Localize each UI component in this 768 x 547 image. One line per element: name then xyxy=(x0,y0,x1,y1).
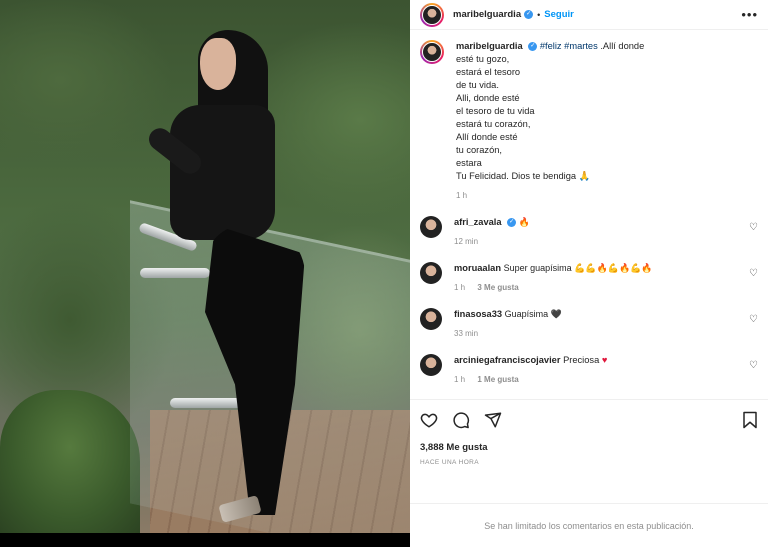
photo-person-face xyxy=(200,38,236,90)
comment-body: afri_zavala ✓ 🔥 12 min xyxy=(454,216,758,248)
save-bookmark-icon[interactable] xyxy=(742,411,758,429)
comment-username[interactable]: finasosa33 xyxy=(454,309,502,319)
comment-item: moruaalan Super guapísima 💪💪🔥💪🔥💪🔥 1 h 3 … xyxy=(420,262,758,294)
comment-username[interactable]: arciniegafranciscojavier xyxy=(454,355,560,365)
post-media[interactable] xyxy=(0,0,410,547)
post-timestamp[interactable]: HACE UNA HORA xyxy=(420,459,758,466)
commenter-avatar[interactable] xyxy=(420,216,442,238)
comments-scroll-area[interactable]: maribelguardia ✓ #feliz #martes .Allí do… xyxy=(410,30,768,399)
photo-person-legs xyxy=(205,225,305,515)
comment-text: 🔥 xyxy=(518,217,530,227)
post-actions: 3,888 Me gusta HACE UNA HORA xyxy=(410,399,768,503)
caption-line: tu corazón, xyxy=(456,145,502,155)
likes-count[interactable]: 3,888 Me gusta xyxy=(420,442,758,453)
comment-username[interactable]: moruaalan xyxy=(454,263,501,273)
comment-username[interactable]: afri_zavala xyxy=(454,217,502,227)
comment-like-heart-icon[interactable]: ♡ xyxy=(749,222,758,233)
post-caption: maribelguardia ✓ #feliz #martes .Allí do… xyxy=(420,40,758,202)
header-separator: • xyxy=(537,9,541,20)
caption-line: estara xyxy=(456,158,482,168)
caption-line: el tesoro de tu vida xyxy=(456,106,535,116)
commenter-avatar-placeholder[interactable] xyxy=(420,354,442,376)
follow-button[interactable]: Seguir xyxy=(544,9,574,20)
caption-line: esté tu gozo, xyxy=(456,54,510,64)
caption-body: maribelguardia ✓ #feliz #martes .Allí do… xyxy=(456,40,644,202)
caption-line: Allí donde esté xyxy=(456,132,518,142)
comment-body: moruaalan Super guapísima 💪💪🔥💪🔥💪🔥 1 h 3 … xyxy=(454,262,758,294)
caption-username[interactable]: maribelguardia xyxy=(456,41,523,51)
caption-line: .Allí donde xyxy=(600,41,645,51)
comment-text: Guapísima 🖤 xyxy=(504,309,562,319)
comment-time: 1 h xyxy=(454,283,466,292)
comment-bubble-icon[interactable] xyxy=(452,411,470,429)
comment-item: arciniegafranciscojavier Preciosa ♥ 1 h … xyxy=(420,354,758,386)
comment-item: finasosa33 Guapísima 🖤 33 min ♡ xyxy=(420,308,758,340)
commenter-avatar[interactable] xyxy=(420,262,442,284)
caption-author-avatar[interactable] xyxy=(420,40,444,64)
caption-line: estará el tesoro xyxy=(456,67,521,77)
caption-line: estará tu corazón, xyxy=(456,119,531,129)
like-heart-icon[interactable] xyxy=(420,411,438,429)
commenter-avatar[interactable] xyxy=(420,308,442,330)
comment-body: finasosa33 Guapísima 🖤 33 min xyxy=(454,308,758,340)
hashtag-link[interactable]: #feliz xyxy=(540,41,562,51)
verified-badge-icon: ✓ xyxy=(507,218,517,228)
instagram-post: maribelguardia ✓ • Seguir ••• maribelgua… xyxy=(0,0,768,547)
comment-time: 12 min xyxy=(454,237,479,246)
caption-verified-badge-icon: ✓ xyxy=(528,42,538,52)
comment-like-heart-icon[interactable]: ♡ xyxy=(749,314,758,325)
comment-meta: 33 min xyxy=(454,327,736,340)
comment-meta: 1 h 1 Me gusta xyxy=(454,373,736,386)
red-heart-emoji-icon: ♥ xyxy=(601,355,608,365)
caption-line: de tu vida. xyxy=(456,80,499,90)
comment-like-heart-icon[interactable]: ♡ xyxy=(749,360,758,371)
caption-line: Alli, donde esté xyxy=(456,93,520,103)
photo-person-heel xyxy=(218,495,262,523)
comment-meta: 12 min xyxy=(454,235,736,248)
comment-time: 33 min xyxy=(454,329,479,338)
share-send-icon[interactable] xyxy=(484,411,502,429)
post-header: maribelguardia ✓ • Seguir ••• xyxy=(410,0,768,30)
post-side-panel: maribelguardia ✓ • Seguir ••• maribelgua… xyxy=(410,0,768,547)
caption-time: 1 h xyxy=(456,191,468,200)
post-photo xyxy=(0,0,410,533)
comment-like-heart-icon[interactable]: ♡ xyxy=(749,268,758,279)
caption-line: Tu Felicidad. Dios te bendiga 🙏 xyxy=(456,171,591,181)
comment-item: afri_zavala ✓ 🔥 12 min ♡ xyxy=(420,216,758,248)
photo-shrub xyxy=(0,390,140,533)
comment-likes-count[interactable]: 3 Me gusta xyxy=(477,283,518,292)
comment-text: Super guapísima 💪💪🔥💪🔥💪🔥 xyxy=(503,263,653,273)
comment-body: arciniegafranciscojavier Preciosa ♥ 1 h … xyxy=(454,354,758,386)
more-options-icon[interactable]: ••• xyxy=(741,7,758,22)
verified-badge-icon: ✓ xyxy=(524,10,534,19)
comment-text: Preciosa xyxy=(563,355,600,365)
hashtag-link[interactable]: #martes xyxy=(564,41,598,51)
comment-likes-count[interactable]: 1 Me gusta xyxy=(477,375,518,384)
comment-time: 1 h xyxy=(454,375,466,384)
comment-meta: 1 h 3 Me gusta xyxy=(454,281,736,294)
comments-limited-notice: Se han limitado los comentarios en esta … xyxy=(410,503,768,547)
photo-person xyxy=(144,20,330,530)
action-icons-row xyxy=(420,408,758,432)
author-avatar[interactable] xyxy=(420,2,444,27)
author-username[interactable]: maribelguardia xyxy=(453,9,521,20)
